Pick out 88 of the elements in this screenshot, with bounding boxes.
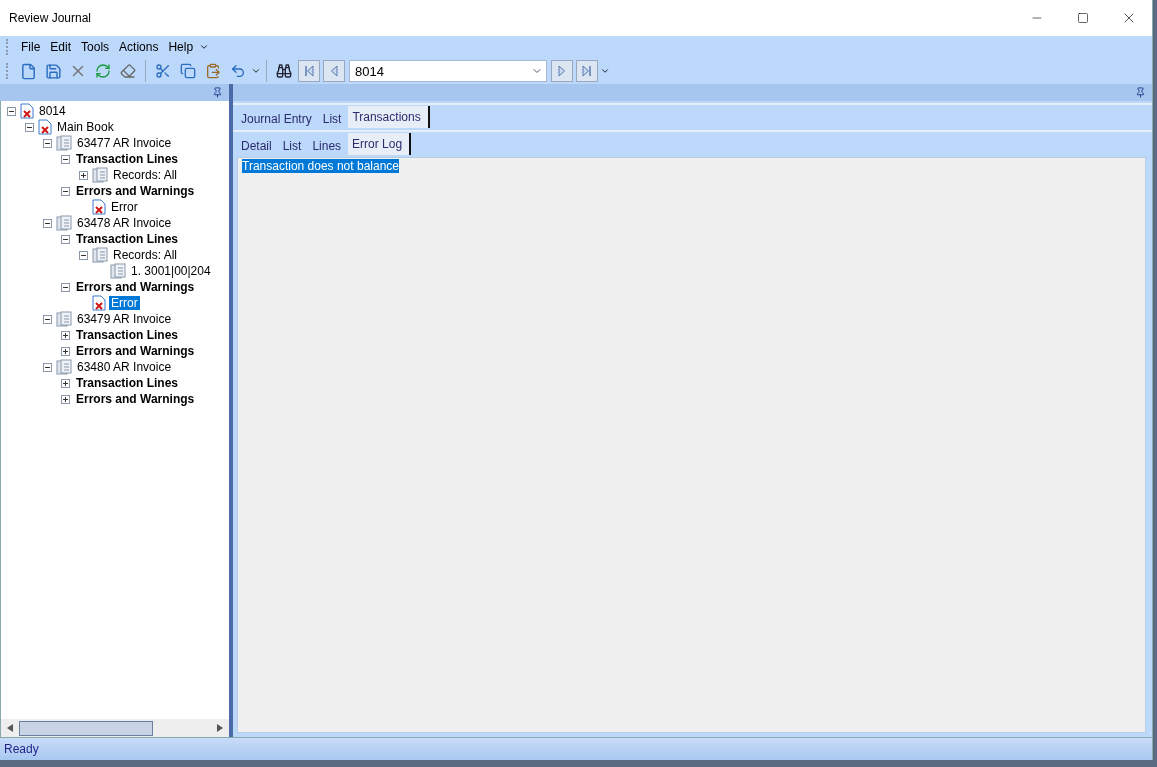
tree-item[interactable]: Error	[109, 296, 140, 310]
tab[interactable]: Journal Entry	[237, 109, 319, 128]
tab[interactable]: Lines	[308, 136, 349, 155]
next-icon	[557, 65, 567, 77]
tree-item[interactable]: Records: All	[111, 168, 180, 182]
overflow-caret-icon[interactable]	[251, 66, 261, 76]
document-icon	[19, 62, 37, 80]
tree-item[interactable]: Errors and Warnings	[74, 184, 197, 198]
menu-item[interactable]: Tools	[77, 38, 114, 56]
eraser-icon	[120, 63, 136, 79]
tree-item[interactable]: Main Book	[55, 120, 116, 134]
plus-icon	[62, 395, 69, 403]
first-icon	[304, 65, 314, 77]
tree-item[interactable]: Transaction Lines	[74, 232, 181, 246]
menu-item[interactable]: File	[17, 38, 45, 56]
pin-icon[interactable]	[212, 87, 223, 98]
tree-item[interactable]: 63479 AR Invoice	[75, 312, 174, 326]
tree-toggle[interactable]	[61, 186, 70, 196]
menu-item[interactable]: Actions	[115, 38, 163, 56]
tree-item[interactable]: 63480 AR Invoice	[75, 360, 174, 374]
error-document-icon	[92, 295, 106, 311]
tree-toggle[interactable]	[7, 106, 16, 116]
tree-toggle[interactable]	[61, 346, 70, 356]
book-icon	[56, 135, 72, 151]
tree-item[interactable]: Errors and Warnings	[74, 392, 197, 406]
maximize-icon	[1077, 12, 1089, 24]
plus-icon	[80, 171, 87, 179]
status-text: Ready	[4, 742, 39, 756]
tree-toggle[interactable]	[79, 170, 88, 180]
tree-toggle[interactable]	[61, 282, 70, 292]
book-icon	[92, 247, 108, 263]
tree-item[interactable]: 1. 3001|00|204	[129, 264, 213, 278]
tree-toggle[interactable]	[43, 362, 52, 372]
book-icon	[56, 311, 72, 327]
tree-item[interactable]: Errors and Warnings	[74, 344, 197, 358]
plus-icon	[62, 331, 69, 339]
tab[interactable]: List	[278, 136, 309, 155]
save-icon	[44, 62, 62, 80]
book-icon	[92, 167, 108, 183]
tab[interactable]: Transactions	[348, 106, 430, 128]
tree-toggle[interactable]	[61, 330, 70, 340]
tree-toggle[interactable]	[43, 138, 52, 148]
tree-toggle[interactable]	[79, 250, 88, 260]
tree-toggle[interactable]	[61, 378, 70, 388]
scroll-left-icon[interactable]	[7, 724, 13, 732]
tree-item[interactable]: Transaction Lines	[74, 152, 181, 166]
tree-toggle[interactable]	[43, 218, 52, 228]
tree-toggle[interactable]	[61, 234, 70, 244]
plus-icon	[62, 347, 69, 355]
tree-toggle[interactable]	[61, 394, 70, 404]
record-field[interactable]: 8014	[349, 60, 547, 82]
clipboard-icon	[205, 63, 221, 79]
plus-icon	[62, 379, 69, 387]
menu-item[interactable]: Edit	[46, 38, 76, 56]
tree-item[interactable]: Transaction Lines	[74, 328, 181, 342]
last-icon	[582, 65, 592, 77]
tree-toggle[interactable]	[43, 314, 52, 324]
tree-item[interactable]: Records: All	[111, 248, 180, 262]
book-icon	[110, 263, 126, 279]
tree-item[interactable]: Error	[109, 200, 140, 214]
tree-item[interactable]: Errors and Warnings	[74, 280, 197, 294]
window-title: Review Journal	[8, 11, 93, 25]
tree-toggle[interactable]	[61, 154, 70, 164]
copy-icon	[180, 63, 196, 79]
undo-icon	[230, 63, 246, 79]
tree-item[interactable]: 63477 AR Invoice	[75, 136, 174, 150]
error-document-icon	[38, 119, 52, 135]
tree-item[interactable]: 8014	[37, 104, 68, 118]
tab[interactable]: List	[318, 109, 349, 128]
binoculars-icon	[276, 63, 292, 79]
overflow-caret-icon[interactable]	[600, 66, 610, 76]
tree-toggle[interactable]	[25, 122, 34, 132]
book-icon	[56, 359, 72, 375]
tree-item[interactable]: Transaction Lines	[74, 376, 181, 390]
tree-item[interactable]: 63478 AR Invoice	[75, 216, 174, 230]
scrollbar-thumb[interactable]	[19, 720, 153, 736]
scroll-right-icon[interactable]	[217, 724, 223, 732]
tab[interactable]: Detail	[237, 136, 279, 155]
overflow-caret-icon[interactable]	[199, 42, 210, 52]
previous-icon	[329, 65, 339, 77]
error-document-icon	[92, 199, 106, 215]
tab[interactable]: Error Log	[348, 133, 412, 155]
refresh-icon	[95, 63, 111, 79]
error-message[interactable]: Transaction does not balance	[242, 159, 399, 173]
scissors-icon	[155, 63, 171, 79]
pin-icon[interactable]	[1135, 87, 1146, 98]
menu-item[interactable]: Help	[164, 38, 198, 56]
book-icon	[56, 215, 72, 231]
